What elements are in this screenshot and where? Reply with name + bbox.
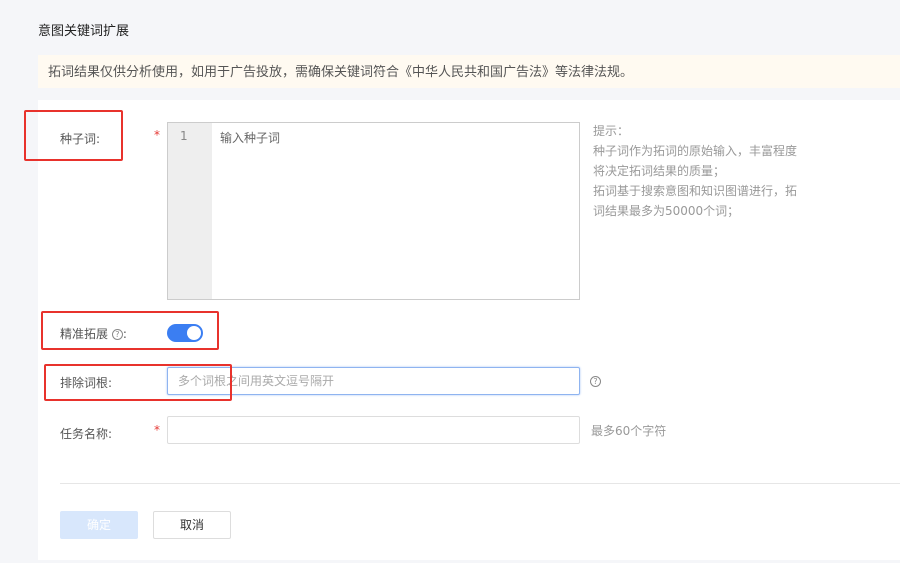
help-icon[interactable]: ? [111,329,123,340]
precise-label: 精准拓展 ?: [60,325,127,342]
toggle-knob [187,326,201,340]
hint-line: 拓词基于搜索意图和知识图谱进行，拓 [593,184,798,198]
precise-toggle[interactable] [167,324,203,342]
line-number-gutter: 1 [168,123,212,299]
hint-line: 种子词作为拓词的原始输入，丰富程度 [593,144,798,158]
precise-label-text: 精准拓展 [60,327,109,341]
seed-label: 种子词: [60,132,101,146]
hint-line: 提示： [593,124,630,138]
seed-hint: 提示： 种子词作为拓词的原始输入，丰富程度 将决定拓词结果的质量； 拓词基于搜索… [593,121,797,221]
hint-line: 将决定拓词结果的质量； [593,164,726,178]
cancel-button[interactable]: 取消 [153,511,231,539]
line-number: 1 [180,129,188,143]
task-name-hint: 最多60个字符 [591,424,667,438]
required-mark: * [154,423,160,437]
confirm-button[interactable]: 确定 [60,511,138,539]
seed-textarea[interactable]: 1 输入种子词 [167,122,580,300]
required-mark: * [154,128,160,142]
help-icon[interactable]: ? [590,376,601,387]
seed-placeholder: 输入种子词 [220,131,281,145]
compliance-notice: 拓词结果仅供分析使用，如用于广告投放，需确保关键词符合《中华人民共和国广告法》等… [38,55,900,88]
highlight-box [44,364,232,401]
divider [60,483,900,484]
task-name-input[interactable] [167,416,580,444]
colon: : [122,327,127,341]
hint-line: 词结果最多为50000个词； [593,204,740,218]
task-name-label: 任务名称: [60,427,113,441]
page-title: 意图关键词扩展 [38,24,130,39]
